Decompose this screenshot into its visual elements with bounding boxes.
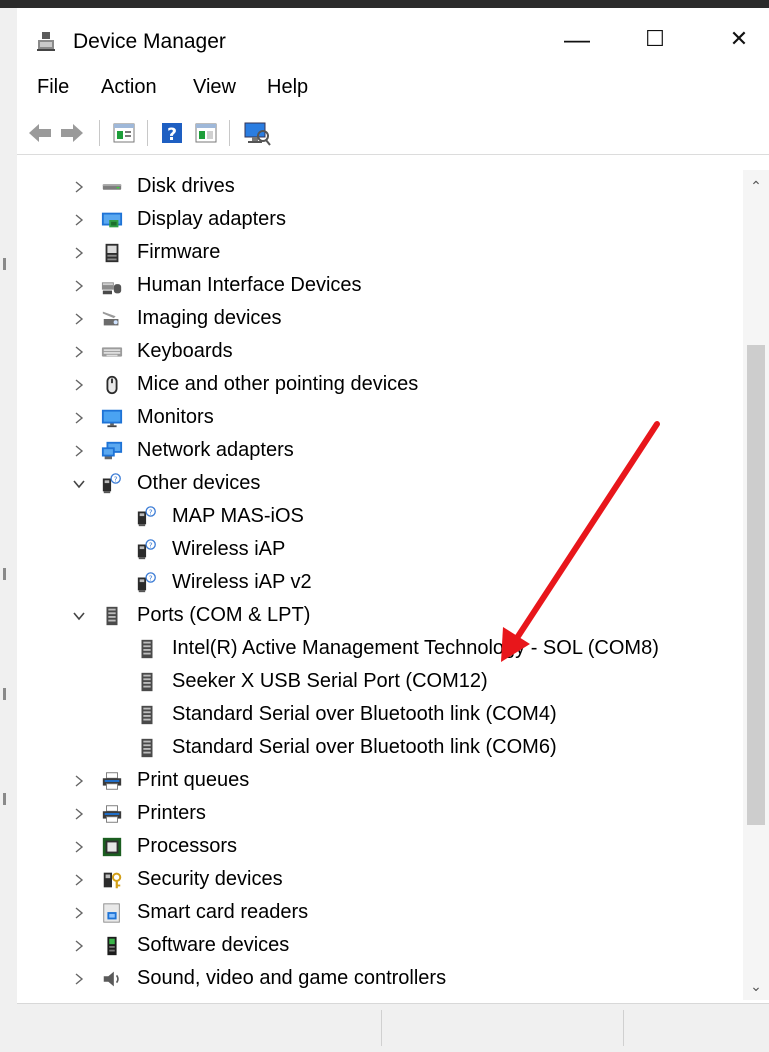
annotation-arrow-head [501, 627, 530, 662]
annotation-arrow [501, 421, 660, 662]
annotation-arrow-line [512, 421, 660, 644]
